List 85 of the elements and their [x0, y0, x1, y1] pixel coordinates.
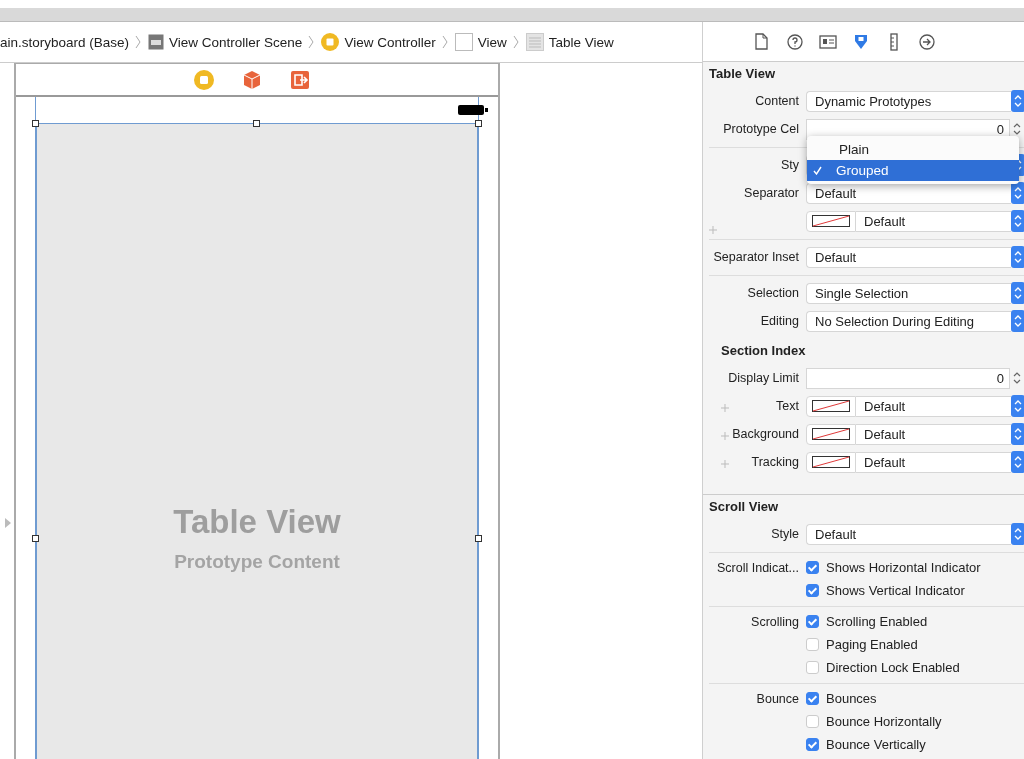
checkbox[interactable] — [806, 584, 819, 597]
table-view-subtitle: Prototype Content — [174, 550, 340, 574]
field-label: Style — [771, 527, 799, 541]
color-well[interactable] — [806, 395, 856, 417]
menu-item[interactable]: Plain — [807, 139, 1019, 160]
popup-button[interactable]: Single Selection — [806, 282, 1011, 304]
field-label: Separator Inset — [713, 250, 799, 264]
resize-handle[interactable] — [475, 535, 482, 542]
field-label: Prototype Cel — [723, 122, 799, 136]
popup-button[interactable]: Default — [856, 210, 1011, 232]
field-label: Editing — [760, 314, 799, 328]
color-well[interactable] — [806, 210, 856, 232]
checkbox[interactable] — [806, 638, 819, 651]
color-swatch-icon — [812, 400, 850, 412]
list-icon — [525, 33, 544, 51]
checkbox-label: Bounce Horizontally — [826, 714, 942, 729]
popup-button[interactable]: Default — [856, 451, 1011, 473]
resize-handle[interactable] — [32, 535, 39, 542]
chevron-icon — [135, 35, 142, 49]
checkbox[interactable] — [806, 692, 819, 705]
plus-icon — [709, 226, 717, 234]
field-label: Separator — [744, 186, 799, 200]
checkbox-label: Shows Horizontal Indicator — [826, 560, 981, 575]
plus-icon — [721, 460, 729, 468]
table-view-title: Table View — [173, 502, 341, 542]
resize-handle[interactable] — [253, 120, 260, 127]
stepper-icon — [1012, 121, 1022, 137]
section-title: Section Index — [721, 342, 807, 360]
field-label: Background — [732, 427, 799, 441]
popup-button[interactable]: Default — [806, 182, 1011, 204]
popup-button[interactable]: Default — [806, 246, 1011, 268]
section-title: Scroll View — [709, 498, 780, 516]
plus-icon — [721, 432, 729, 440]
section-title: Table View — [709, 65, 776, 83]
breadcrumb-item[interactable]: ain.storyboard (Base) — [0, 34, 130, 50]
field-label: Display Limit — [728, 371, 799, 385]
plus-icon — [721, 404, 729, 412]
field-label: Content — [755, 94, 799, 108]
color-swatch-icon — [812, 428, 850, 440]
arrow-icon — [5, 518, 11, 528]
checkbox[interactable] — [806, 661, 819, 674]
popup-button[interactable]: Default — [856, 395, 1011, 417]
field-label: Scroll Indicat... — [717, 560, 799, 575]
color-swatch-icon — [812, 215, 850, 227]
resize-handle[interactable] — [32, 120, 39, 127]
field-label: Text — [776, 399, 799, 413]
checkbox[interactable] — [806, 615, 819, 628]
field-label: Scrolling — [751, 614, 799, 629]
breadcrumb-item[interactable]: View Controller Scene — [169, 34, 303, 50]
window-icon — [148, 34, 165, 50]
checkbox-label: Bounces — [826, 691, 877, 706]
checkbox-label: Shows Vertical Indicator — [826, 583, 965, 598]
popup-button[interactable]: Default — [856, 423, 1011, 445]
popup-button[interactable]: Default — [806, 523, 1011, 545]
checkbox-label: Bounce Vertically — [826, 737, 926, 752]
popup-button[interactable]: No Selection During Editing — [806, 310, 1011, 332]
checkbox-label: Paging Enabled — [826, 637, 918, 652]
field-label: Tracking — [751, 455, 799, 469]
resize-handle[interactable] — [475, 120, 482, 127]
color-swatch-icon — [812, 456, 850, 468]
battery-icon — [458, 104, 488, 116]
field-label: Sty — [780, 158, 799, 172]
square-icon — [454, 33, 473, 51]
menu-item[interactable]: Grouped — [807, 160, 1019, 181]
breadcrumb-item[interactable]: Table View — [548, 34, 614, 50]
checkbox[interactable] — [806, 561, 819, 574]
exit-icon — [290, 69, 310, 90]
breadcrumb-item[interactable]: View — [477, 34, 507, 50]
stepper-icon — [1012, 370, 1022, 386]
field-label: Selection — [747, 286, 799, 300]
cube-icon — [242, 69, 262, 90]
checkmark-icon — [813, 166, 822, 175]
color-well[interactable] — [806, 423, 856, 445]
checkbox-label: Direction Lock Enabled — [826, 660, 960, 675]
breadcrumb-item[interactable]: View Controller — [344, 34, 436, 50]
field-label: Bounce — [756, 691, 799, 706]
chevron-icon — [441, 35, 448, 49]
checkbox[interactable] — [806, 715, 819, 728]
color-well[interactable] — [806, 451, 856, 473]
chevron-icon — [512, 35, 519, 49]
number-field[interactable]: 0 — [806, 367, 1010, 389]
checkbox[interactable] — [806, 738, 819, 751]
popup-button[interactable]: Dynamic Prototypes — [806, 90, 1011, 112]
chevron-icon — [308, 35, 315, 49]
checkbox-label: Scrolling Enabled — [826, 614, 928, 629]
